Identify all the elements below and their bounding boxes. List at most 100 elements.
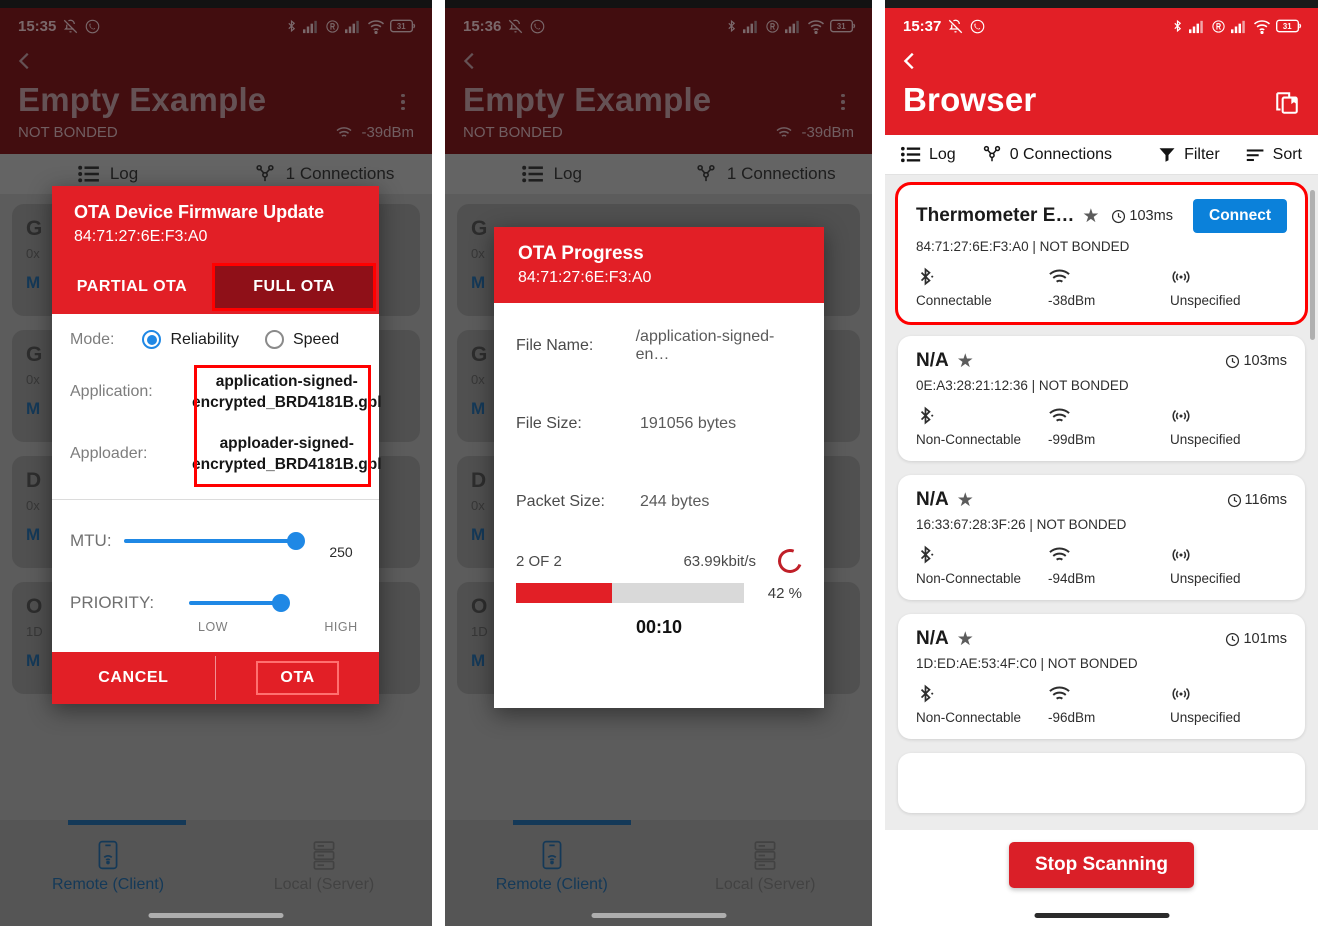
roaming-icon	[1211, 19, 1226, 34]
device-kind-label: Unspecified	[1170, 710, 1241, 725]
progress-stats-row: 2 OF 2 63.99kbit/s	[516, 545, 806, 577]
device-rssi-value: -99dBm	[1048, 432, 1096, 447]
clock-icon	[1226, 632, 1240, 646]
device-bezel-top	[885, 0, 1318, 8]
connections-icon	[983, 145, 1000, 162]
toolbar-connections-label: 0 Connections	[1009, 145, 1112, 163]
sort-icon	[1246, 148, 1264, 161]
mode-row: Mode: Reliability Speed	[52, 314, 379, 361]
device-connectable: Non-Connectable	[916, 403, 1048, 447]
filter-icon	[1159, 147, 1175, 162]
device-list[interactable]: Thermometer E… ★ 103ms Connect 84:71:27:…	[885, 182, 1318, 926]
priority-slider-knob[interactable]	[271, 594, 290, 612]
application-value: application-signed-encrypted_BRD4181B.gb…	[192, 373, 382, 411]
radio-selected-icon	[142, 330, 162, 349]
device-address: 84:71:27:6E:F3:A0 | NOT BONDED	[916, 239, 1130, 254]
device-rssi-value: -96dBm	[1048, 710, 1096, 725]
end-button[interactable]: END	[494, 652, 824, 708]
phone-screen-ota-progress: 15:36 31 Empty Example NOT BONDED -39dBm…	[445, 0, 872, 926]
dialog-device-address: 84:71:27:6E:F3:A0	[518, 269, 652, 286]
progress-bar	[516, 583, 744, 603]
device-name: N/A	[916, 628, 949, 649]
device-latency: 116ms	[1227, 492, 1287, 508]
wifi-icon	[1253, 19, 1271, 34]
device-connectable-label: Connectable	[916, 293, 992, 308]
elapsed-timer: 00:10	[635, 617, 683, 637]
tab-full-ota[interactable]: FULL OTA	[212, 263, 376, 311]
whatsapp-icon	[970, 19, 985, 34]
favorite-star-icon[interactable]: ★	[957, 630, 974, 649]
device-connectable-label: Non-Connectable	[916, 432, 1022, 447]
device-card[interactable]: N/A ★ 103ms 0E:A3:28:21:12:36 | NOT BOND…	[898, 336, 1305, 461]
list-icon	[901, 146, 921, 163]
device-rssi-value: -38dBm	[1048, 293, 1096, 308]
mtu-slider[interactable]	[123, 528, 319, 554]
copy-icon[interactable]	[1274, 90, 1300, 121]
priority-low-label: LOW	[198, 620, 228, 634]
toolbar-filter[interactable]: Filter	[1152, 146, 1226, 164]
priority-label: PRIORITY:	[70, 593, 155, 612]
device-card[interactable]: N/A ★ 116ms 16:33:67:28:3F:26 | NOT BOND…	[898, 475, 1305, 600]
broadcast-icon	[1170, 681, 1192, 707]
scrollbar-thumb[interactable]	[1310, 190, 1315, 340]
ota-button[interactable]: OTA	[216, 652, 379, 704]
favorite-star-icon[interactable]: ★	[957, 491, 974, 510]
device-card[interactable]: N/A ★ 101ms 1D:ED:AE:53:4F:C0 | NOT BOND…	[898, 614, 1305, 739]
favorite-star-icon[interactable]: ★	[1082, 207, 1099, 226]
toolbar-connections[interactable]: 0 Connections	[976, 145, 1118, 164]
bluetooth-icon	[916, 403, 935, 429]
mtu-value: 250	[329, 544, 353, 560]
dialog-header: OTA Progress 84:71:27:6E:F3:A0	[494, 227, 824, 303]
device-rssi: -96dBm	[1048, 681, 1170, 725]
bluetooth-icon	[916, 542, 935, 568]
apploader-row[interactable]: Apploader: apploader-signed-encrypted_BR…	[52, 423, 382, 485]
dialog-title: OTA Progress	[518, 243, 644, 264]
priority-slider[interactable]	[160, 590, 319, 616]
mode-label: Mode:	[70, 330, 115, 348]
device-rssi: -38dBm	[1048, 264, 1170, 308]
device-card-partial[interactable]	[898, 753, 1305, 813]
device-card[interactable]: Thermometer E… ★ 103ms Connect 84:71:27:…	[895, 182, 1308, 325]
toolbar-sort-label: Sort	[1272, 145, 1302, 163]
stage-counter: 2 OF 2	[516, 552, 562, 570]
device-name: Thermometer E…	[916, 205, 1075, 226]
toolbar-sort[interactable]: Sort	[1240, 146, 1308, 164]
dialog-actions: CANCEL OTA	[52, 652, 379, 704]
device-connectable: Connectable	[916, 264, 1048, 308]
tab-partial-ota[interactable]: PARTIAL OTA	[52, 260, 212, 314]
dialog-device-address: 84:71:27:6E:F3:A0	[74, 228, 208, 245]
radio-speed[interactable]: Speed	[264, 330, 339, 349]
toolbar-log[interactable]: Log	[895, 146, 962, 164]
mtu-label: MTU:	[70, 531, 112, 550]
wifi-icon	[1048, 403, 1071, 429]
device-kind: Unspecified	[1170, 542, 1241, 586]
device-name: N/A	[916, 489, 949, 510]
toolbar-log-label: Log	[929, 145, 956, 163]
cancel-button[interactable]: CANCEL	[52, 652, 215, 704]
status-time: 15:37	[903, 17, 942, 35]
connect-button[interactable]: Connect	[1193, 199, 1287, 233]
back-button[interactable]	[885, 44, 1318, 78]
packet-size-row: Packet Size: 244 bytes	[516, 475, 802, 529]
mtu-slider-knob[interactable]	[286, 532, 305, 550]
throughput-value: 63.99kbit/s	[683, 552, 756, 570]
application-row[interactable]: Application: application-signed-encrypte…	[52, 361, 382, 423]
priority-slider-track	[188, 601, 281, 605]
battery-icon: 31	[1276, 19, 1302, 33]
bell-off-icon	[948, 19, 963, 34]
file-name-row: File Name: /application-signed-en…	[516, 319, 802, 373]
mtu-slider-track	[123, 539, 296, 543]
device-kind-label: Unspecified	[1170, 293, 1241, 308]
device-latency: 103ms	[1111, 208, 1173, 224]
clock-icon	[1112, 209, 1126, 223]
stop-scanning-button[interactable]: Stop Scanning	[1009, 842, 1194, 888]
bluetooth-icon	[1171, 18, 1184, 34]
signal-2-icon	[1231, 19, 1248, 34]
radio-unselected-icon	[264, 330, 284, 349]
browser-toolbar: Log 0 Connections Filter Sort	[885, 135, 1318, 175]
device-address: 1D:ED:AE:53:4F:C0 | NOT BONDED	[916, 656, 1138, 671]
radio-reliability[interactable]: Reliability	[142, 330, 239, 349]
favorite-star-icon[interactable]: ★	[957, 352, 974, 371]
device-address: 16:33:67:28:3F:26 | NOT BONDED	[916, 517, 1127, 532]
wifi-icon	[1048, 264, 1071, 290]
